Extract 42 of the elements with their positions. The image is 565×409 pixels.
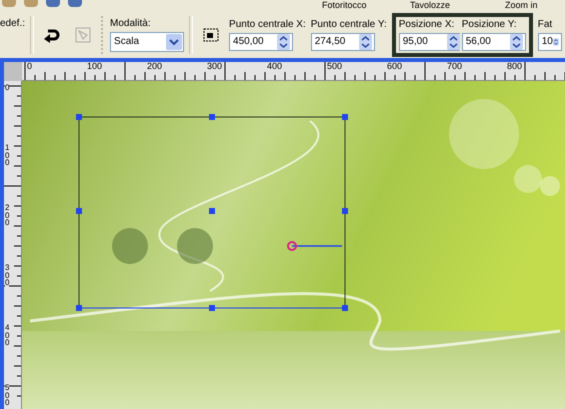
number-field[interactable]: 450,00 xyxy=(229,32,294,50)
field-label: Posizione X: xyxy=(398,18,456,30)
spinner-icon[interactable] xyxy=(358,34,372,50)
tree-shape xyxy=(112,228,148,264)
field-label: Punto centrale Y: xyxy=(310,18,387,30)
ruler-label: 700 xyxy=(447,61,462,71)
ruler-label: 500 xyxy=(327,61,342,71)
number-field[interactable]: 274,50 xyxy=(310,32,375,50)
ruler-label: 400 xyxy=(5,323,10,347)
ruler-label: 300 xyxy=(5,263,10,287)
spinner-icon[interactable] xyxy=(510,34,523,50)
field-label: Punto centrale X: xyxy=(229,18,306,30)
ruler-label: 200 xyxy=(147,61,162,71)
field-label: Fat xyxy=(538,18,554,30)
chevron-icon xyxy=(166,34,182,50)
mode-dropdown[interactable]: Scala xyxy=(110,32,184,52)
toolbar-label[interactable]: Tavolozze xyxy=(410,0,450,11)
mode-label: Modalità: xyxy=(110,18,152,28)
ruler-label: 600 xyxy=(387,61,402,71)
ruler-label: 100 xyxy=(87,61,102,71)
ruler-label: 200 xyxy=(5,203,10,227)
number-field[interactable]: 10 xyxy=(538,32,562,50)
spinner-icon[interactable] xyxy=(277,34,290,50)
ruler-label: 0 xyxy=(5,83,10,92)
deform-bounding-box[interactable] xyxy=(76,114,348,311)
field-label: Posizione Y: xyxy=(462,18,518,30)
toolbar-label[interactable]: Zoom in xyxy=(505,0,538,11)
save-icon[interactable] xyxy=(46,0,60,7)
ruler-label: 100 xyxy=(5,143,10,167)
ruler-label: 0 xyxy=(27,61,32,71)
ruler-label: 400 xyxy=(267,61,282,71)
light-circle xyxy=(540,176,560,196)
toolbar-label[interactable]: Fotoritocco xyxy=(322,0,367,11)
save-icon[interactable] xyxy=(68,0,82,7)
number-field[interactable]: 95,00 xyxy=(398,32,463,50)
tree-shape xyxy=(177,228,213,264)
preset-label: edef.: xyxy=(0,18,26,29)
ruler-label: 300 xyxy=(207,61,222,71)
number-field[interactable]: 56,00 xyxy=(462,32,526,50)
ruler-label: 500 xyxy=(5,383,10,407)
spinner-icon[interactable] xyxy=(446,34,460,50)
ruler-label: 800 xyxy=(507,61,522,71)
